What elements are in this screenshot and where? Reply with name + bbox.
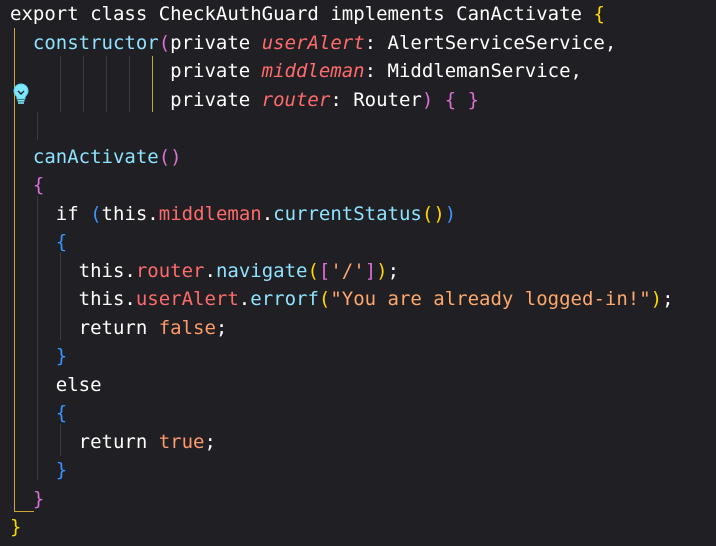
code-token: CheckAuthGuard [158, 3, 331, 25]
code-token: { [10, 231, 68, 253]
code-token: ( [307, 259, 319, 282]
code-line[interactable]: canActivate() [10, 143, 182, 171]
code-line[interactable]: { [10, 399, 67, 427]
code-token: : Router [330, 88, 422, 111]
code-token: private [10, 60, 262, 82]
code-token: router [135, 259, 205, 282]
code-token: errorf [250, 288, 319, 310]
code-token: . [261, 202, 274, 225]
code-editor[interactable]: export class CheckAuthGuard implements C… [0, 0, 716, 546]
code-token: private [10, 88, 262, 111]
code-token: constructor [10, 31, 159, 54]
code-line[interactable]: } [10, 456, 67, 484]
code-token: . [204, 259, 216, 282]
code-token: false [158, 316, 216, 339]
code-line[interactable]: else [10, 371, 102, 399]
code-token: this [10, 288, 125, 310]
code-line[interactable]: this.userAlert.errorf("You are already l… [10, 285, 674, 313]
code-token: } [10, 459, 68, 481]
code-token: : AlertServiceService, [364, 31, 617, 54]
code-line[interactable]: this.router.navigate(['/']); [10, 257, 399, 285]
code-token: CanActivate [456, 3, 594, 25]
code-token: ) [650, 288, 663, 310]
code-line[interactable]: private middleman: MiddlemanService, [10, 57, 582, 85]
code-token: '/' [330, 259, 365, 282]
code-line[interactable]: } [10, 513, 21, 541]
code-token: ; [215, 316, 228, 339]
code-token: userAlert [261, 31, 365, 54]
code-token: export [10, 3, 91, 25]
code-token: [ [318, 259, 331, 282]
code-line[interactable]: if (this.middleman.currentStatus()) [10, 200, 456, 228]
code-token: currentStatus [273, 202, 422, 225]
code-token: ; [204, 430, 216, 453]
code-line[interactable]: return true; [10, 428, 216, 456]
code-token: middleman [261, 60, 365, 82]
code-token: if [10, 202, 91, 225]
code-token: middleman [158, 202, 262, 225]
code-token: . [238, 288, 251, 310]
code-token: . [124, 288, 136, 310]
code-token: ) [376, 259, 388, 282]
code-token: . [147, 202, 159, 225]
code-line[interactable]: return false; [10, 314, 228, 342]
code-line[interactable]: { [10, 228, 67, 256]
code-token: userAlert [135, 288, 239, 310]
code-line[interactable]: } [10, 342, 67, 370]
code-token: "You are already logged-in!" [330, 288, 651, 310]
code-line[interactable]: private router: Router) { } [10, 86, 479, 114]
code-line[interactable]: export class CheckAuthGuard implements C… [10, 0, 605, 28]
code-token: ; [387, 259, 400, 282]
code-token: private [170, 31, 262, 54]
code-token: ( [158, 31, 171, 54]
code-token: this [10, 259, 125, 282]
code-token: . [124, 259, 136, 282]
code-token: } [10, 516, 22, 538]
code-token: navigate [215, 259, 308, 282]
code-token: { [593, 3, 605, 25]
code-token: ) [421, 88, 445, 111]
code-token: ] [364, 259, 377, 282]
code-token: this [101, 202, 148, 225]
code-token: () [158, 145, 182, 168]
code-token: implements [330, 3, 457, 25]
code-token: else [10, 373, 102, 396]
code-token: ; [662, 288, 674, 310]
code-token: { } [444, 88, 480, 111]
code-line[interactable]: constructor(private userAlert: AlertServ… [10, 29, 616, 57]
code-token: ) [444, 202, 457, 225]
code-token: class [90, 3, 159, 25]
code-token: } [10, 487, 45, 510]
code-token: router [261, 88, 331, 111]
code-token: ( [90, 202, 102, 225]
code-token: canActivate [10, 145, 159, 168]
code-token: : MiddlemanService, [364, 60, 582, 82]
code-token: { [10, 174, 45, 196]
code-token: ( [318, 288, 331, 310]
code-token: () [421, 202, 445, 225]
code-token: return [10, 430, 159, 453]
code-line[interactable]: { [10, 171, 44, 199]
code-token: { [10, 402, 68, 424]
code-token: return [10, 316, 159, 339]
indent-guide-blank [37, 112, 38, 140]
code-token: true [158, 430, 205, 453]
code-line[interactable]: } [10, 485, 44, 513]
code-token: } [10, 345, 68, 367]
